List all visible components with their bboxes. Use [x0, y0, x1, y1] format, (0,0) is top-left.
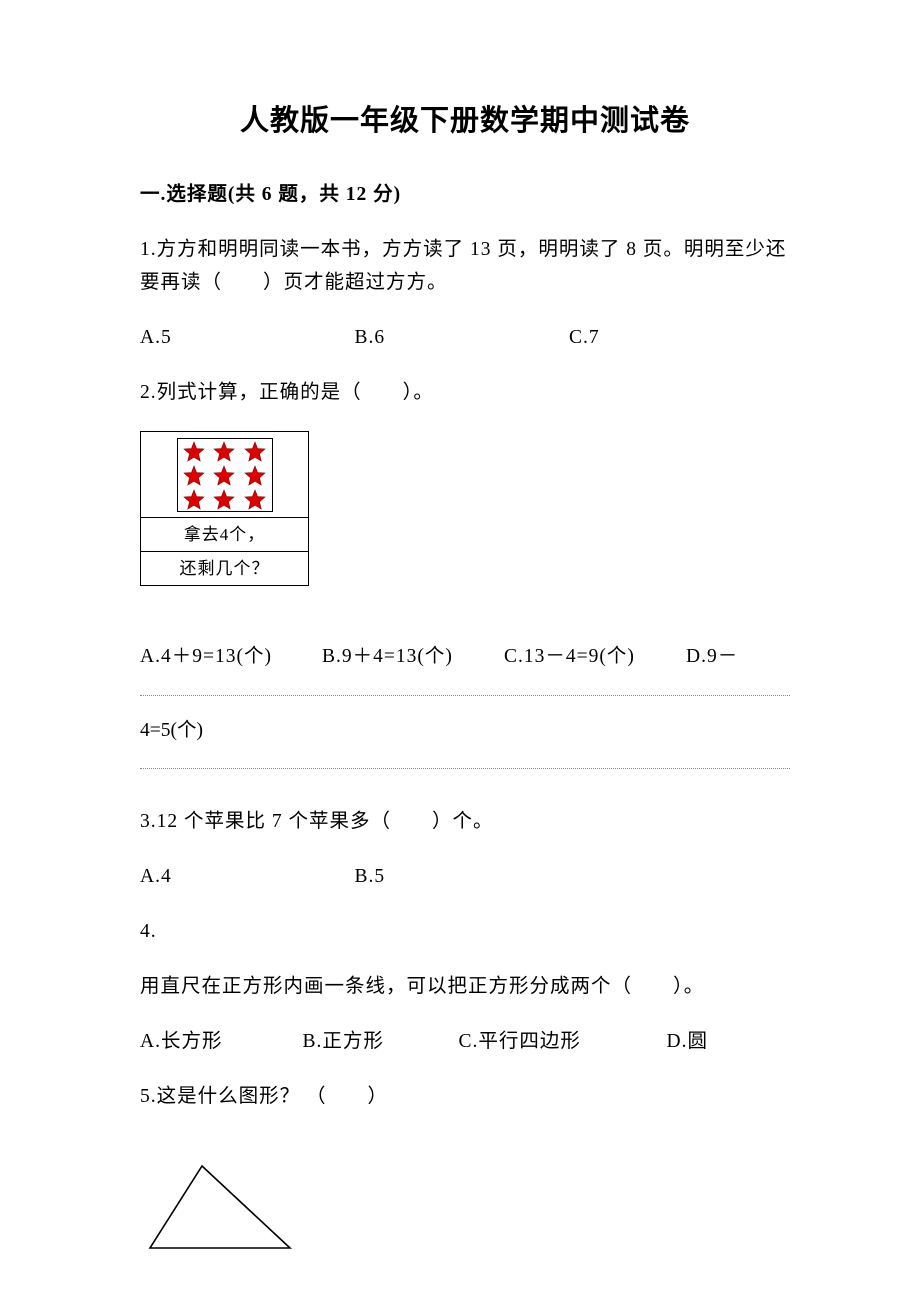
q4-opt-a: A.长方形: [140, 1025, 303, 1058]
star-icon: [212, 488, 236, 512]
q2-opt-d-cont: 4=5(个): [140, 696, 790, 769]
q2-opt-c: C.13－4=9(个): [504, 622, 686, 692]
q2-fig-row2: 还剩几个？: [141, 552, 309, 586]
question-4-options: A.长方形 B.正方形 C.平行四边形 D.圆: [140, 1025, 790, 1058]
question-4-num: 4.: [140, 915, 790, 948]
q4-opt-b: B.正方形: [303, 1025, 459, 1058]
q2-star-grid: [177, 438, 273, 512]
star-icon: [182, 488, 206, 512]
star-icon: [212, 464, 236, 488]
q2-figure: 拿去4个， 还剩几个？: [140, 431, 309, 586]
question-2: 2.列式计算，正确的是（ ）。: [140, 376, 790, 409]
question-3: 3.12 个苹果比 7 个苹果多（ ）个。: [140, 805, 790, 838]
q2-opt-d: D.9－: [686, 622, 790, 692]
star-icon: [243, 464, 267, 488]
question-4: 用直尺在正方形内画一条线，可以把正方形分成两个（ ）。: [140, 970, 790, 1003]
q2-opt-a: A.4＋9=13(个): [140, 622, 322, 692]
page-title: 人教版一年级下册数学期中测试卷: [140, 100, 790, 144]
q2-opt-b: B.9＋4=13(个): [322, 622, 504, 692]
q3-opt-b: B.5: [355, 860, 570, 893]
question-2-options: A.4＋9=13(个) B.9＋4=13(个) C.13－4=9(个) D.9－…: [140, 622, 790, 768]
question-3-options: A.4 B.5: [140, 860, 790, 893]
triangle-icon: [140, 1160, 300, 1256]
star-icon: [243, 488, 267, 512]
question-1-options: A.5 B.6 C.7: [140, 321, 790, 354]
star-icon: [182, 464, 206, 488]
star-icon: [182, 440, 206, 464]
q3-opt-a: A.4: [140, 860, 355, 893]
section-1-header: 一.选择题(共 6 题，共 12 分): [140, 180, 790, 209]
q1-opt-c: C.7: [569, 321, 784, 354]
q4-opt-d: D.圆: [667, 1025, 791, 1058]
question-1: 1.方方和明明同读一本书，方方读了 13 页，明明读了 8 页。明明至少还要再读…: [140, 233, 790, 299]
star-icon: [243, 440, 267, 464]
question-5: 5.这是什么图形？ （ ）: [140, 1080, 790, 1113]
star-icon: [212, 440, 236, 464]
q1-opt-a: A.5: [140, 321, 355, 354]
q1-opt-b: B.6: [355, 321, 570, 354]
q4-opt-c: C.平行四边形: [459, 1025, 667, 1058]
q2-fig-row1: 拿去4个，: [141, 518, 309, 552]
